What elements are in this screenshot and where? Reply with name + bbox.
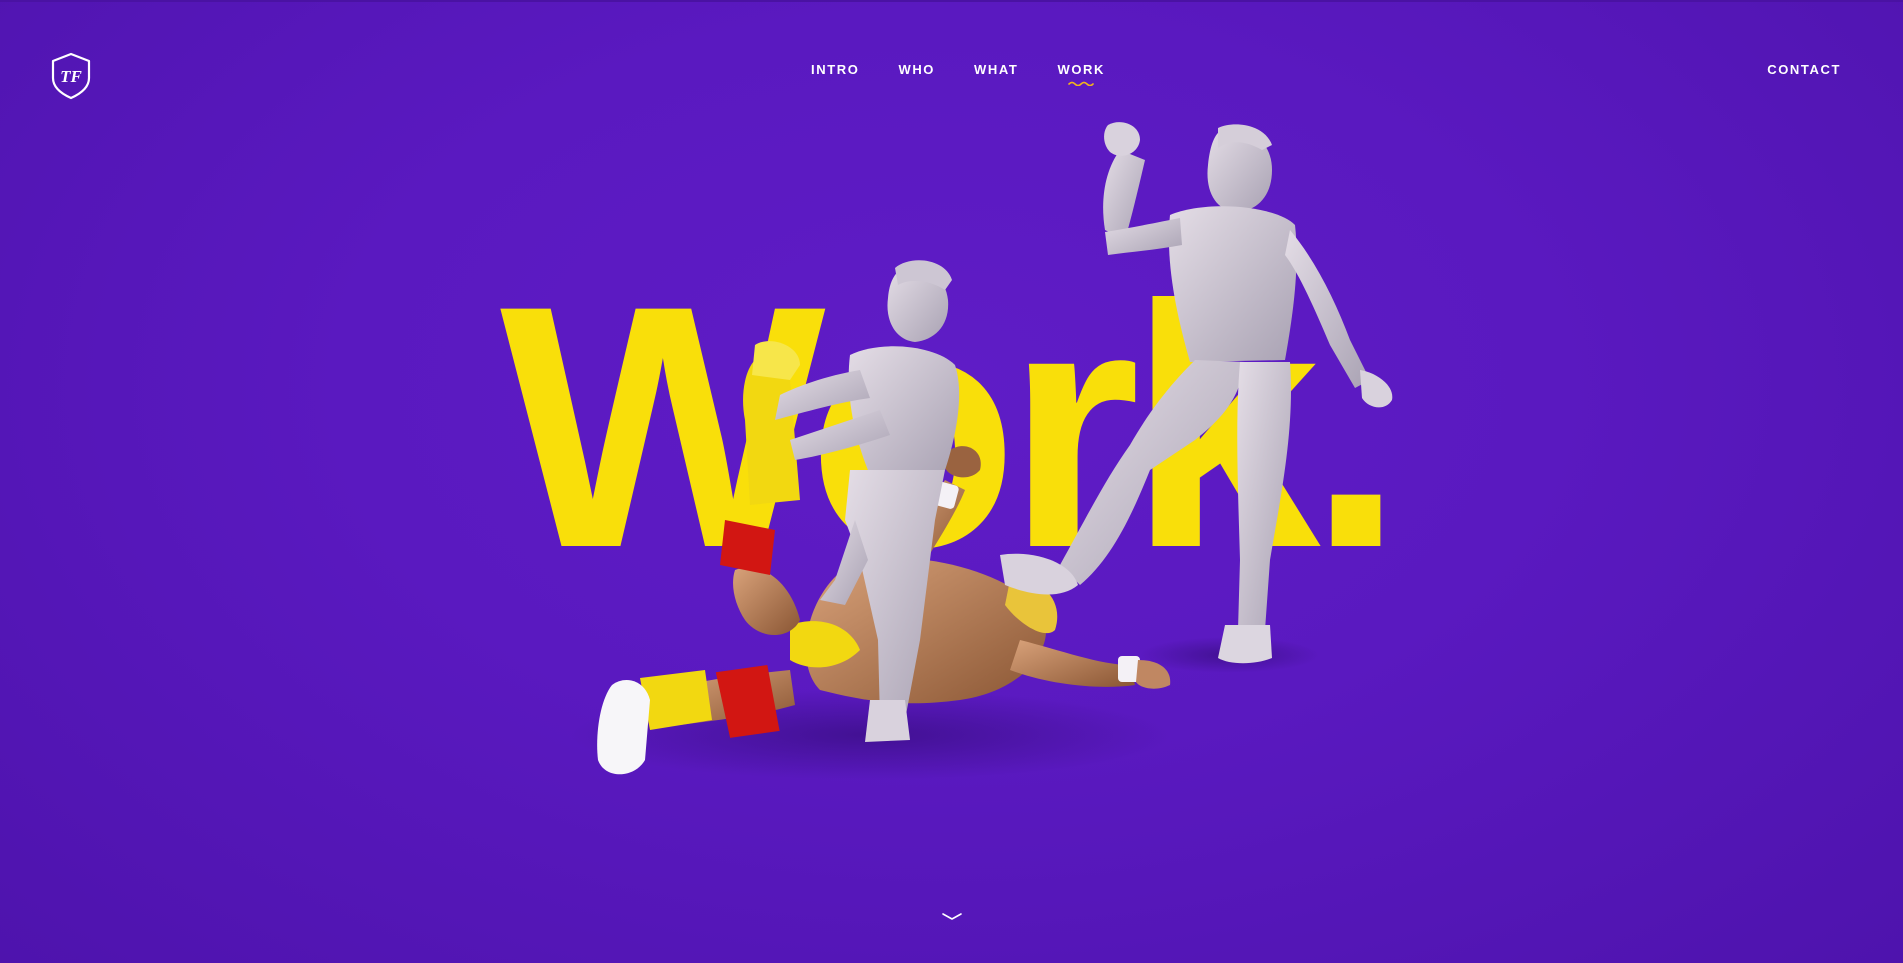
nav-item-who[interactable]: WHO [898,62,935,78]
logo-text: TF [60,67,82,86]
page: TF INTRO WHO WHAT WORK CONTACT Work. [0,0,1903,963]
active-squiggle-underline [1068,81,1095,86]
nav-item-work[interactable]: WORK [1057,62,1106,86]
contact-link[interactable]: CONTACT [1767,62,1841,78]
tf-shield-logo-icon[interactable]: TF [50,52,92,100]
top-border [0,0,1903,2]
main-nav: INTRO WHO WHAT WORK [811,62,1106,86]
nav-item-label: INTRO [811,62,860,77]
nav-item-what[interactable]: WHAT [974,62,1018,78]
nav-item-label: WHAT [974,62,1019,77]
nav-item-label: WORK [1057,62,1106,77]
chevron-down-icon[interactable] [941,910,963,922]
nav-item-intro[interactable]: INTRO [811,62,859,78]
nav-item-label: WHO [898,62,936,77]
hero-headline: Work. [500,235,1404,620]
